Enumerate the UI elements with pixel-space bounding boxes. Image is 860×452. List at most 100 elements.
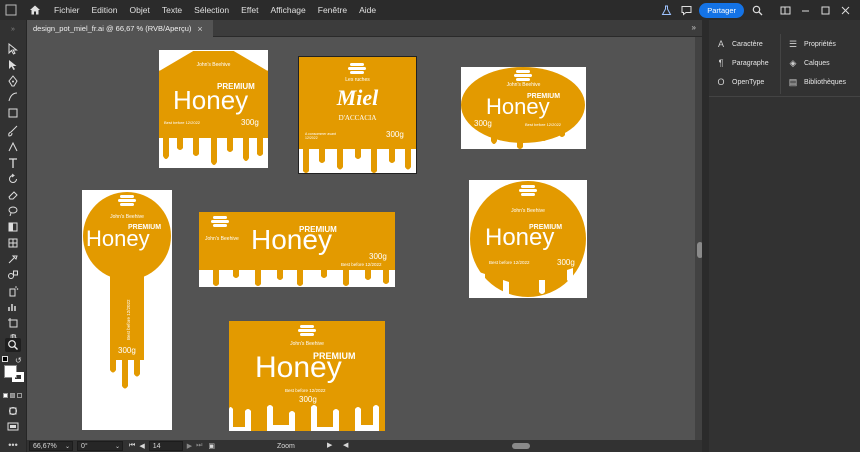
document-tab-title: design_pot_miel_fr.ai @ 66,67 % (RVB/Ape… (33, 24, 192, 33)
minimize-icon[interactable] (798, 3, 812, 17)
menu-texte[interactable]: Texte (156, 5, 188, 15)
shaper-tool-icon[interactable] (5, 140, 21, 154)
miel-brand-text: Les ruches (345, 77, 370, 83)
color-mode-icon[interactable] (3, 393, 8, 398)
best-before-text: Best before 12/2022 (525, 122, 562, 127)
app-logo-icon[interactable] (0, 0, 22, 20)
eraser-tool-icon[interactable] (5, 188, 21, 202)
drawing-mode-icon[interactable] (5, 404, 21, 418)
document-tab-bar: design_pot_miel_fr.ai @ 66,67 % (RVB/Ape… (27, 20, 702, 37)
search-icon[interactable] (750, 3, 764, 17)
product-text: Honey (485, 224, 555, 251)
symbol-sprayer-tool-icon[interactable] (5, 284, 21, 298)
stroke-swatch[interactable] (12, 372, 24, 382)
artboard-tall-label[interactable]: John's Beehive PREMIUM Honey Best before… (82, 190, 172, 430)
product-text: Honey (86, 226, 150, 251)
fill-stroke-swatches[interactable]: ↺ (2, 356, 24, 382)
panel-proprietes-label: Propriétés (804, 40, 836, 48)
none-mode-icon[interactable] (17, 393, 22, 398)
edit-toolbar-icon[interactable]: ••• (5, 438, 21, 452)
previous-artboard-icon[interactable]: ◀ (139, 442, 144, 450)
share-button[interactable]: Partager (699, 2, 744, 18)
best-before-text: Best before 12/2022 (489, 260, 530, 265)
panel-caractere-label: Caractère (732, 40, 763, 48)
document-tab[interactable]: design_pot_miel_fr.ai @ 66,67 % (RVB/Ape… (27, 20, 213, 37)
menu-fenetre[interactable]: Fenêtre (312, 5, 353, 15)
angle-dropdown-icon[interactable]: ⌄ (115, 443, 120, 450)
artboard-wide-label[interactable]: John's Beehive PREMIUM Honey 300g Best b… (199, 212, 395, 287)
gradient-tool-icon[interactable] (5, 220, 21, 234)
zoom-dropdown-icon[interactable]: ⌄ (65, 443, 70, 450)
artboard-oval-label[interactable]: John's Beehive PREMIUM Honey 300g Best b… (461, 67, 586, 149)
default-colors-icon[interactable] (2, 356, 8, 362)
type-tool-icon[interactable] (5, 156, 21, 170)
menu-fichier[interactable]: Fichier (48, 5, 86, 15)
canvas[interactable]: John's Beehive PREMIUM Honey Best before… (27, 37, 695, 440)
comments-icon[interactable] (679, 3, 693, 17)
artboard-house-label[interactable]: John's Beehive PREMIUM Honey Best before… (159, 50, 268, 168)
character-icon: A (717, 39, 724, 49)
mesh-tool-icon[interactable] (5, 236, 21, 250)
artboard-number-field[interactable]: 14 (148, 441, 183, 451)
panel-proprietes[interactable]: ☰ Propriétés (787, 35, 836, 53)
restore-icon[interactable] (818, 3, 832, 17)
lasso-tool-icon[interactable] (5, 204, 21, 218)
artboard-bottom-label[interactable]: John's Beehive PREMIUM Honey Best before… (229, 321, 385, 431)
layers-icon: ◈ (789, 57, 797, 68)
gradient-mode-icon[interactable] (10, 393, 15, 398)
panel-opentype-label: OpenType (732, 78, 765, 86)
swap-colors-icon[interactable]: ↺ (15, 356, 22, 365)
artboard-panel-icon[interactable]: ▣ (208, 442, 215, 450)
screen-mode-icon[interactable] (5, 420, 21, 434)
panel-bibliotheques[interactable]: ▤ Bibliothèques (787, 73, 846, 91)
pen-tool-icon[interactable] (5, 74, 21, 88)
workspace-layout-icon[interactable] (778, 3, 792, 17)
rotate-tool-icon[interactable] (5, 172, 21, 186)
close-tab-icon[interactable]: × (197, 24, 202, 34)
artboard-miel-label[interactable]: Les ruches Miel D'ACCACIA A consommer av… (298, 56, 417, 174)
selection-tool-icon[interactable] (5, 42, 21, 56)
horizontal-scroll-thumb[interactable] (512, 443, 530, 449)
brand-text: John's Beehive (196, 62, 231, 68)
eyedropper-tool-icon[interactable] (5, 252, 21, 266)
libraries-icon: ▤ (788, 76, 798, 87)
artboard-tool-icon[interactable] (5, 316, 21, 330)
paintbrush-tool-icon[interactable] (5, 124, 21, 138)
next-artboard-icon[interactable]: ▶ (187, 442, 192, 450)
direct-selection-tool-icon[interactable] (5, 58, 21, 72)
panel-opentype[interactable]: O OpenType (715, 73, 764, 91)
last-artboard-icon[interactable]: ⏭ (196, 442, 202, 450)
product-text: Honey (251, 224, 332, 255)
menu-objet[interactable]: Objet (124, 5, 156, 15)
menu-effet[interactable]: Effet (235, 5, 264, 15)
panel-calques-label: Calques (804, 59, 830, 67)
zoom-level-field[interactable]: 66,67% ⌄ (29, 441, 73, 451)
rectangle-tool-icon[interactable] (5, 106, 21, 120)
menu-edition[interactable]: Edition (86, 5, 124, 15)
weight-text: 300g (474, 119, 492, 128)
close-icon[interactable] (838, 3, 852, 17)
zoom-tool-icon[interactable] (5, 338, 21, 352)
menu-selection[interactable]: Sélection (188, 5, 235, 15)
curvature-tool-icon[interactable] (5, 90, 21, 104)
flask-icon[interactable] (659, 3, 673, 17)
home-icon[interactable] (22, 0, 48, 20)
status-back-icon[interactable]: ◀ (343, 441, 348, 449)
blend-tool-icon[interactable] (5, 268, 21, 282)
illustrator-window: Fichier Edition Objet Texte Sélection Ef… (0, 0, 860, 452)
graph-tool-icon[interactable] (5, 300, 21, 314)
rotation-angle-field[interactable]: 0° ⌄ (77, 441, 123, 451)
menu-affichage[interactable]: Affichage (264, 5, 311, 15)
first-artboard-icon[interactable]: ⏮ (129, 442, 135, 450)
tab-overflow-icon[interactable]: » (692, 23, 696, 32)
panel-calques[interactable]: ◈ Calques (787, 54, 830, 72)
toolbar-collapse-icon[interactable]: » (5, 26, 21, 33)
menu-aide[interactable]: Aide (353, 5, 382, 15)
panel-paragraphe[interactable]: ¶ Paragraphe (715, 54, 769, 72)
status-play-icon[interactable]: ▶ (327, 441, 332, 449)
panel-caractere[interactable]: A Caractère (715, 35, 763, 53)
panel-column-divider (780, 34, 781, 94)
artboard-circle-label[interactable]: John's Beehive PREMIUM Honey Best before… (469, 180, 587, 298)
miel-weight-text: 300g (386, 130, 404, 139)
menu-bar: Fichier Edition Objet Texte Sélection Ef… (0, 0, 860, 20)
